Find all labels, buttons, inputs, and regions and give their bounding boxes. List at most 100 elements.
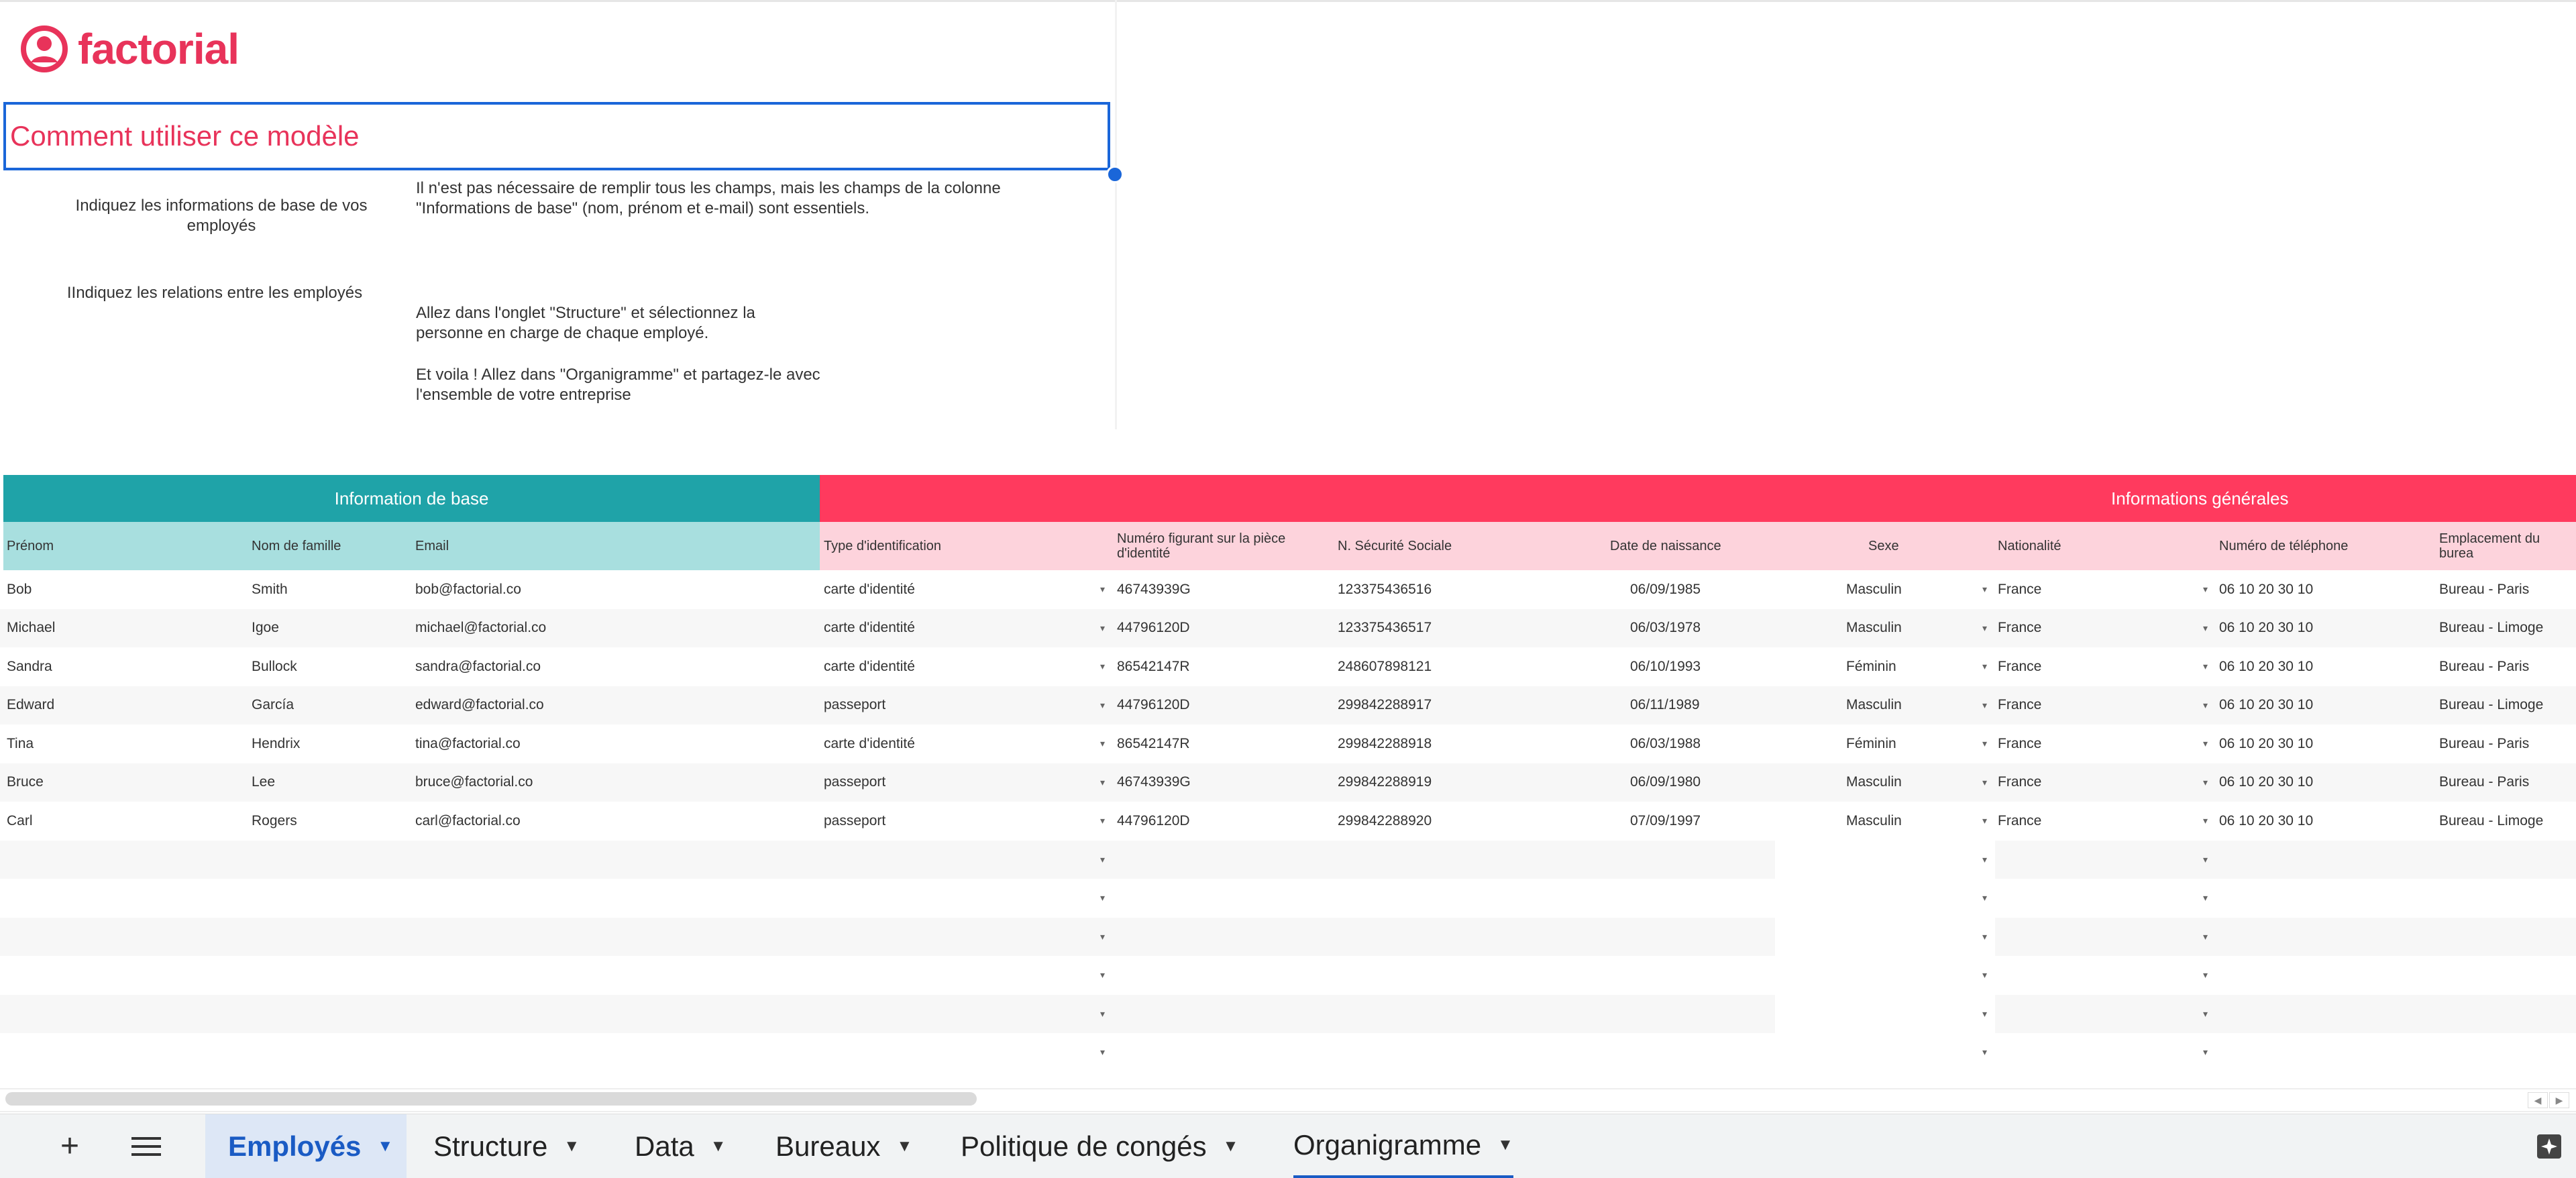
tab-bureaux[interactable]: Bureaux ▼ bbox=[775, 1114, 912, 1178]
dropdown-arrow-icon[interactable]: ▾ bbox=[1982, 918, 1987, 956]
cell-naissance[interactable]: 06/03/1988 bbox=[1630, 725, 1701, 763]
cell-secu[interactable]: 299842288918 bbox=[1338, 725, 1432, 763]
dropdown-arrow-icon[interactable]: ▾ bbox=[2203, 609, 2208, 647]
tab-data[interactable]: Data ▼ bbox=[635, 1114, 726, 1178]
cell-secu[interactable]: 299842288917 bbox=[1338, 686, 1432, 725]
table-row[interactable]: ▾ ▾ ▾ bbox=[0, 1033, 2576, 1071]
cell-email[interactable]: sandra@factorial.co bbox=[415, 647, 541, 686]
cell-email[interactable]: bob@factorial.co bbox=[415, 570, 521, 608]
cell-nom[interactable]: Smith bbox=[252, 570, 288, 608]
dropdown-arrow-icon[interactable]: ▾ bbox=[2203, 918, 2208, 956]
caret-down-icon[interactable]: ▼ bbox=[1497, 1136, 1513, 1155]
dropdown-arrow-icon[interactable]: ▾ bbox=[1982, 841, 1987, 879]
dropdown-arrow-icon[interactable]: ▾ bbox=[2203, 995, 2208, 1033]
cell-naissance[interactable]: 07/09/1997 bbox=[1630, 802, 1701, 840]
dropdown-arrow-icon[interactable]: ▾ bbox=[1100, 995, 1105, 1033]
dropdown-arrow-icon[interactable]: ▾ bbox=[1100, 725, 1105, 763]
cell-email[interactable]: michael@factorial.co bbox=[415, 609, 546, 647]
dropdown-arrow-icon[interactable]: ▾ bbox=[2203, 647, 2208, 686]
cell-secu[interactable]: 248607898121 bbox=[1338, 647, 1432, 686]
table-row[interactable]: ▾ ▾ ▾ bbox=[0, 994, 2576, 1033]
cell-type_id[interactable]: carte d'identité bbox=[824, 647, 915, 686]
dropdown-arrow-icon[interactable]: ▾ bbox=[1100, 570, 1105, 608]
cell-type_id[interactable]: passeport bbox=[824, 763, 885, 802]
cell-nationalite[interactable]: France bbox=[1998, 725, 2041, 763]
table-row[interactable]: ▾ ▾ ▾ bbox=[0, 917, 2576, 956]
dropdown-arrow-icon[interactable]: ▾ bbox=[2203, 725, 2208, 763]
table-row[interactable]: ▾ ▾ ▾ bbox=[0, 956, 2576, 994]
dropdown-arrow-icon[interactable]: ▾ bbox=[1982, 879, 1987, 917]
selection-fill-handle[interactable] bbox=[1106, 166, 1124, 183]
cell-bureau[interactable]: Bureau - Paris bbox=[2439, 570, 2529, 608]
caret-down-icon[interactable]: ▼ bbox=[564, 1137, 580, 1156]
dropdown-arrow-icon[interactable]: ▾ bbox=[1100, 1033, 1105, 1071]
cell-prenom[interactable]: Tina bbox=[7, 725, 34, 763]
menu-icon[interactable] bbox=[131, 1114, 161, 1178]
dropdown-arrow-icon[interactable]: ▾ bbox=[2203, 570, 2208, 608]
cell-secu[interactable]: 299842288920 bbox=[1338, 802, 1432, 840]
cell-bureau[interactable]: Bureau - Paris bbox=[2439, 763, 2529, 802]
cell-telephone[interactable]: 06 10 20 30 10 bbox=[2219, 570, 2313, 608]
cell-bureau[interactable]: Bureau - Paris bbox=[2439, 725, 2529, 763]
cell-sexe[interactable]: Féminin bbox=[1846, 647, 1896, 686]
caret-down-icon[interactable]: ▼ bbox=[710, 1137, 727, 1156]
cell-email[interactable]: edward@factorial.co bbox=[415, 686, 544, 725]
cell-type_id[interactable]: passeport bbox=[824, 802, 885, 840]
cell-sexe[interactable]: Masculin bbox=[1846, 609, 1902, 647]
table-row[interactable]: Sandra Bullock sandra@factorial.co carte d'… bbox=[0, 647, 2576, 686]
table-row[interactable]: Edward García edward@factorial.co passeport… bbox=[0, 686, 2576, 725]
cell-telephone[interactable]: 06 10 20 30 10 bbox=[2219, 763, 2313, 802]
dropdown-arrow-icon[interactable]: ▾ bbox=[1100, 763, 1105, 802]
dropdown-arrow-icon[interactable]: ▾ bbox=[1982, 647, 1987, 686]
cell-sexe[interactable]: Masculin bbox=[1846, 802, 1902, 840]
cell-numero[interactable]: 44796120D bbox=[1117, 609, 1190, 647]
cell-sexe[interactable]: Masculin bbox=[1846, 686, 1902, 725]
cell-prenom[interactable]: Edward bbox=[7, 686, 54, 725]
tab-structure[interactable]: Structure ▼ bbox=[433, 1114, 580, 1178]
dropdown-arrow-icon[interactable]: ▾ bbox=[2203, 686, 2208, 725]
empty-cell[interactable] bbox=[1775, 994, 1995, 1033]
cell-nom[interactable]: Bullock bbox=[252, 647, 297, 686]
cell-naissance[interactable]: 06/09/1980 bbox=[1630, 763, 1701, 802]
table-row[interactable]: ▾ ▾ ▾ bbox=[0, 840, 2576, 879]
cell-naissance[interactable]: 06/10/1993 bbox=[1630, 647, 1701, 686]
cell-nom[interactable]: Hendrix bbox=[252, 725, 300, 763]
cell-sexe[interactable]: Masculin bbox=[1846, 570, 1902, 608]
cell-numero[interactable]: 44796120D bbox=[1117, 686, 1190, 725]
cell-numero[interactable]: 86542147R bbox=[1117, 725, 1190, 763]
dropdown-arrow-icon[interactable]: ▾ bbox=[1100, 956, 1105, 994]
cell-nationalite[interactable]: France bbox=[1998, 686, 2041, 725]
cell-nom[interactable]: Rogers bbox=[252, 802, 297, 840]
cell-bureau[interactable]: Bureau - Limoge bbox=[2439, 609, 2543, 647]
cell-telephone[interactable]: 06 10 20 30 10 bbox=[2219, 647, 2313, 686]
cell-secu[interactable]: 123375436516 bbox=[1338, 570, 1432, 608]
cell-numero[interactable]: 46743939G bbox=[1117, 763, 1191, 802]
cell-nationalite[interactable]: France bbox=[1998, 763, 2041, 802]
dropdown-arrow-icon[interactable]: ▾ bbox=[1982, 802, 1987, 840]
empty-cell[interactable] bbox=[1775, 1033, 1995, 1071]
cell-sexe[interactable]: Masculin bbox=[1846, 763, 1902, 802]
cell-nationalite[interactable]: France bbox=[1998, 802, 2041, 840]
guide-title-cell[interactable]: Comment utiliser ce modèle bbox=[3, 102, 1110, 170]
dropdown-arrow-icon[interactable]: ▾ bbox=[1100, 879, 1105, 917]
dropdown-arrow-icon[interactable]: ▾ bbox=[1982, 763, 1987, 802]
table-row[interactable]: Tina Hendrix tina@factorial.co carte d'iden… bbox=[0, 725, 2576, 763]
cell-numero[interactable]: 86542147R bbox=[1117, 647, 1190, 686]
cell-telephone[interactable]: 06 10 20 30 10 bbox=[2219, 609, 2313, 647]
cell-type_id[interactable]: carte d'identité bbox=[824, 570, 915, 608]
cell-email[interactable]: tina@factorial.co bbox=[415, 725, 521, 763]
dropdown-arrow-icon[interactable]: ▾ bbox=[1982, 725, 1987, 763]
empty-cell[interactable] bbox=[1775, 879, 1995, 917]
cell-nom[interactable]: García bbox=[252, 686, 294, 725]
dropdown-arrow-icon[interactable]: ▾ bbox=[1982, 1033, 1987, 1071]
dropdown-arrow-icon[interactable]: ▾ bbox=[1100, 647, 1105, 686]
caret-down-icon[interactable]: ▼ bbox=[896, 1137, 912, 1156]
dropdown-arrow-icon[interactable]: ▾ bbox=[1100, 802, 1105, 840]
cell-telephone[interactable]: 06 10 20 30 10 bbox=[2219, 802, 2313, 840]
dropdown-arrow-icon[interactable]: ▾ bbox=[1100, 609, 1105, 647]
plus-icon[interactable]: + bbox=[60, 1114, 79, 1178]
dropdown-arrow-icon[interactable]: ▾ bbox=[2203, 956, 2208, 994]
cell-bureau[interactable]: Bureau - Limoge bbox=[2439, 686, 2543, 725]
cell-type_id[interactable]: carte d'identité bbox=[824, 725, 915, 763]
cell-telephone[interactable]: 06 10 20 30 10 bbox=[2219, 686, 2313, 725]
